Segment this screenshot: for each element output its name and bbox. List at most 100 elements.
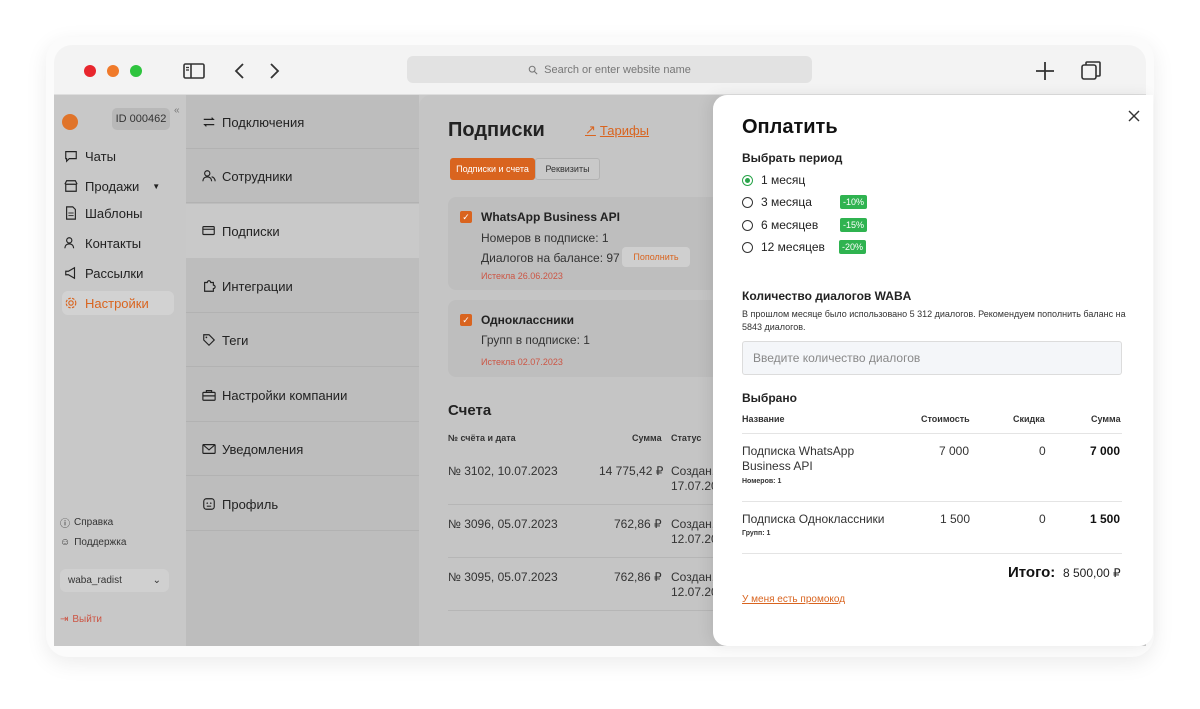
account-select-value: waba_radist bbox=[68, 575, 122, 586]
subscription-expired: Истекла 02.07.2023 bbox=[481, 357, 563, 367]
settings-item-label: Интеграции bbox=[222, 278, 293, 294]
settings-menu: Подключения Сотрудники Подписки Интеграц… bbox=[186, 95, 419, 646]
invoice-row[interactable]: № 3096, 05.07.2023 762,86 ₽ Создан, 12.0… bbox=[448, 505, 719, 558]
address-placeholder: Search or enter website name bbox=[544, 63, 691, 76]
period-option-3[interactable]: 3 месяца bbox=[742, 193, 812, 211]
swap-icon bbox=[203, 117, 215, 127]
checkbox[interactable]: ✓ bbox=[460, 211, 472, 223]
panel-title: Оплатить bbox=[742, 116, 838, 138]
nav-item-label: Шаблоны bbox=[85, 205, 143, 221]
item-discount: 0 bbox=[1039, 512, 1046, 526]
settings-item-label: Теги bbox=[222, 332, 249, 348]
back-icon[interactable] bbox=[228, 59, 252, 83]
browser-toolbar: Search or enter website name bbox=[54, 45, 1146, 95]
nav-item-contacts[interactable]: Контакты bbox=[62, 231, 174, 255]
item-discount: 0 bbox=[1039, 444, 1046, 458]
settings-item-tags[interactable]: Теги bbox=[186, 313, 419, 367]
subscription-title: Одноклассники bbox=[481, 313, 575, 327]
divider bbox=[742, 553, 1122, 554]
period-option-6[interactable]: 6 месяцев bbox=[742, 216, 818, 234]
help-label: Справка bbox=[74, 517, 114, 528]
period-label: Выбрать период bbox=[742, 151, 843, 165]
invoice-number: № 3096, 05.07.2023 bbox=[448, 517, 558, 531]
settings-item-employees[interactable]: Сотрудники bbox=[186, 149, 419, 203]
help-link[interactable]: ⓘ Справка bbox=[60, 515, 113, 530]
settings-item-label: Уведомления bbox=[222, 441, 304, 457]
period-option-label: 6 месяцев bbox=[761, 218, 819, 232]
settings-item-company[interactable]: Настройки компании bbox=[186, 368, 419, 422]
logo-icon bbox=[62, 114, 78, 130]
radio[interactable] bbox=[742, 241, 753, 253]
table-header-cost: Стоимость bbox=[921, 414, 970, 424]
account-select[interactable]: waba_radist ⌄ bbox=[60, 569, 169, 592]
subscription-card-ok: ✓ Одноклассники Групп в подписке: 1 Исте… bbox=[448, 300, 719, 377]
close-icon[interactable] bbox=[1127, 109, 1141, 123]
store-icon bbox=[64, 180, 78, 192]
tabs-overview-icon[interactable] bbox=[1079, 59, 1103, 83]
nav-item-settings[interactable]: Настройки bbox=[62, 291, 174, 315]
nav-item-chats[interactable]: Чаты bbox=[62, 144, 174, 168]
table-header-name: Название bbox=[742, 414, 785, 424]
checkbox[interactable]: ✓ bbox=[460, 314, 472, 326]
forward-icon[interactable] bbox=[262, 59, 286, 83]
contacts-icon bbox=[64, 237, 75, 249]
settings-item-profile[interactable]: Профиль bbox=[186, 477, 419, 531]
radio-selected[interactable] bbox=[742, 174, 753, 186]
invoice-amount: 762,86 ₽ bbox=[614, 570, 662, 584]
invoice-status-date: 12.07.20 bbox=[671, 532, 718, 546]
settings-item-notifications[interactable]: Уведомления bbox=[186, 422, 419, 476]
divider bbox=[742, 433, 1122, 434]
discount-badge: -20% bbox=[839, 240, 867, 254]
radio[interactable] bbox=[742, 219, 753, 231]
settings-item-label: Сотрудники bbox=[222, 168, 293, 184]
settings-item-connections[interactable]: Подключения bbox=[186, 95, 419, 149]
logout-button[interactable]: ⇥ Выйти bbox=[60, 614, 102, 625]
briefcase-icon bbox=[202, 390, 216, 401]
dialogs-quantity-input[interactable] bbox=[742, 341, 1122, 375]
nav-item-sales[interactable]: Продажи ▼ bbox=[62, 174, 174, 198]
info-icon: ⓘ bbox=[60, 519, 70, 530]
period-option-12[interactable]: 12 месяцев bbox=[742, 238, 825, 256]
new-tab-icon[interactable] bbox=[1033, 59, 1057, 83]
sidebar-toggle-icon[interactable] bbox=[182, 59, 206, 83]
invoice-status: Создан, bbox=[671, 464, 716, 478]
selected-label: Выбрано bbox=[742, 391, 797, 405]
nav-item-templates[interactable]: Шаблоны bbox=[62, 201, 174, 225]
tariffs-link[interactable]: ↗ Тарифы bbox=[585, 122, 649, 138]
support-icon: ☺ bbox=[60, 537, 71, 548]
users-icon bbox=[202, 170, 216, 182]
support-link[interactable]: ☺ Поддержка bbox=[60, 537, 126, 548]
invoice-status: Создан, bbox=[671, 570, 716, 584]
settings-item-integrations[interactable]: Интеграции bbox=[186, 259, 419, 313]
topup-button[interactable]: Пополнить bbox=[622, 247, 690, 267]
close-window-dot[interactable] bbox=[84, 65, 96, 77]
table-header-discount: Скидка bbox=[1013, 414, 1045, 424]
item-cost: 1 500 bbox=[940, 512, 971, 526]
invoice-status-date: 12.07.20 bbox=[671, 585, 718, 599]
minimize-window-dot[interactable] bbox=[107, 65, 119, 77]
invoice-amount: 762,86 ₽ bbox=[614, 517, 662, 531]
dialogs-note: В прошлом месяце было использовано 5 312… bbox=[742, 309, 1126, 332]
divider bbox=[742, 501, 1122, 502]
settings-item-subscriptions[interactable]: Подписки bbox=[186, 204, 419, 258]
collapse-nav-icon[interactable]: « bbox=[174, 105, 180, 116]
nav-item-label: Контакты bbox=[85, 235, 142, 251]
tab-subscriptions-invoices[interactable]: Подписки и счета bbox=[450, 158, 535, 180]
item-sum: 7 000 bbox=[1090, 444, 1121, 458]
account-id-chip[interactable]: ID 000462 bbox=[112, 108, 170, 130]
promo-code-link[interactable]: У меня есть промокод bbox=[742, 594, 845, 605]
maximize-window-dot[interactable] bbox=[130, 65, 142, 77]
period-option-1[interactable]: 1 месяц bbox=[742, 171, 805, 189]
invoice-row[interactable]: № 3095, 05.07.2023 762,86 ₽ Создан, 12.0… bbox=[448, 558, 719, 611]
invoices-title: Счета bbox=[448, 402, 492, 419]
radio[interactable] bbox=[742, 196, 753, 208]
subscriptions-page: Подписки ↗ Тарифы Подписки и счета Рекви… bbox=[419, 95, 719, 646]
address-bar[interactable]: Search or enter website name bbox=[407, 56, 812, 83]
invoice-header-amount: Сумма bbox=[632, 433, 662, 443]
payment-panel: Оплатить Выбрать период 1 месяц 3 месяца… bbox=[713, 95, 1153, 646]
tab-requisites[interactable]: Реквизиты bbox=[535, 158, 600, 180]
period-option-label: 1 месяц bbox=[761, 173, 806, 187]
invoice-row[interactable]: № 3102, 10.07.2023 14 775,42 ₽ Создан, 1… bbox=[448, 452, 719, 505]
nav-item-label: Чаты bbox=[85, 148, 116, 164]
nav-item-mailings[interactable]: Рассылки bbox=[62, 261, 174, 285]
